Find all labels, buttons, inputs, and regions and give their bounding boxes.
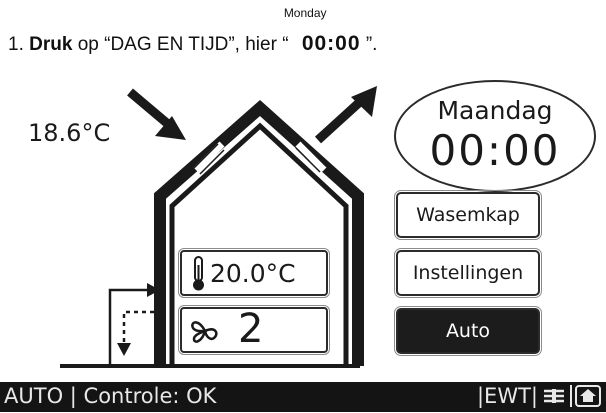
- status-text: Controle: OK: [83, 384, 217, 408]
- air-inlet-arrow-icon: [127, 88, 186, 140]
- air-outlet-arrow-icon: [314, 86, 377, 144]
- fan-level: 2: [238, 306, 264, 352]
- clock-day: Maandag: [437, 96, 553, 125]
- status-right: |EWT|: [477, 384, 602, 408]
- thermometer-icon: [193, 256, 204, 291]
- auto-button[interactable]: Auto: [394, 306, 542, 356]
- status-bar: AUTO | Controle: OK |EWT|: [0, 382, 606, 412]
- fan-icon: [191, 321, 218, 343]
- settings-button[interactable]: Instellingen: [394, 248, 542, 298]
- status-separator: |: [69, 384, 77, 408]
- mode-indicator: AUTO: [4, 384, 64, 408]
- flow-loop-diagram: [108, 283, 160, 366]
- home-icon[interactable]: [574, 384, 602, 408]
- fan-level-box[interactable]: 2: [178, 305, 330, 355]
- outdoor-temperature: 18.6°C: [28, 119, 110, 147]
- hood-button[interactable]: Wasemkap: [394, 190, 542, 240]
- status-divider: [570, 385, 572, 407]
- indoor-temperature: 20.0°C: [210, 259, 296, 288]
- filter-icon[interactable]: [540, 384, 568, 408]
- status-left: AUTO | Controle: OK: [4, 384, 216, 408]
- clock-time: 00:00: [429, 126, 561, 175]
- indoor-temperature-box: 20.0°C: [178, 248, 330, 298]
- ewt-indicator[interactable]: |EWT|: [477, 384, 538, 408]
- day-time-button[interactable]: Maandag 00:00: [394, 80, 596, 192]
